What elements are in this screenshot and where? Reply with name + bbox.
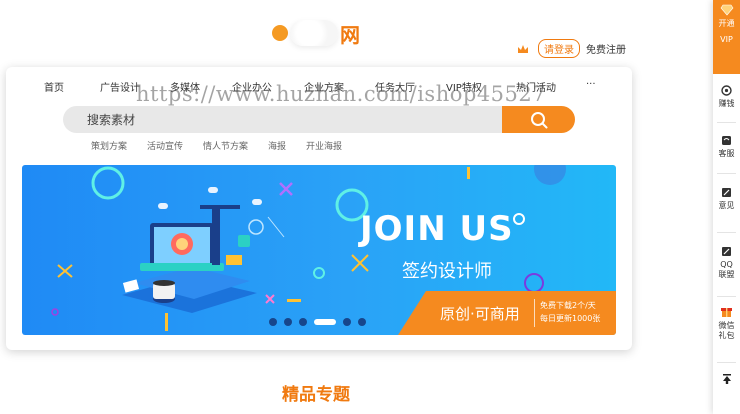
search-icon [530,111,547,128]
nav-item-hot-events[interactable]: 热门活动 [516,79,556,94]
nav-item-task-hall[interactable]: 任务大厅 [375,79,415,94]
hero-banner[interactable]: JOIN US 签约设计师 原创·可商用 免费下载2个/天 每日更新1000张 [22,165,616,335]
search-bar: 搜索素材 [63,106,575,133]
carousel-dot[interactable] [314,319,336,325]
site-logo[interactable]: 网 [272,18,382,48]
register-link[interactable]: 免费注册 [586,41,626,56]
section-title: 精品专题 [282,385,350,405]
diamond-icon [720,4,733,16]
main-nav: 首页 广告设计 多媒体 企业办公 企业方案 任务大厅 VIP特权 热门活动 ··… [6,79,632,95]
banner-strip: 原创·可商用 免费下载2个/天 每日更新1000张 [398,291,616,335]
vip-line1: 开通 [718,19,735,28]
headset-icon [722,136,731,145]
sidebar-item-qq[interactable]: QQ 联盟 [713,246,740,280]
tag-item[interactable]: 开业海报 [306,139,342,152]
vip-line2: VIP [720,35,733,44]
sidebar-label-qq: QQ [720,260,733,269]
sidebar-item-feedback[interactable]: 意见 [713,187,740,211]
sidebar-item-service[interactable]: 客服 [713,135,740,159]
carousel-dot[interactable] [343,318,351,326]
tag-item[interactable]: 情人节方案 [203,139,248,152]
sidebar-label-service: 客服 [718,149,735,158]
coin-icon [721,85,732,96]
nav-item-vip[interactable]: VIP特权 [446,79,482,94]
nav-item-ad-design[interactable]: 广告设计 [100,79,140,94]
qq-icon [722,247,731,256]
sidebar-divider [717,173,736,174]
search-button[interactable] [502,106,575,133]
sidebar-item-wechat[interactable]: 微信 礼包 [713,305,740,341]
tag-item[interactable]: 活动宣传 [147,139,183,152]
carousel-dots [269,317,379,327]
login-area: 请登录 免费注册 [516,39,626,58]
banner-title: JOIN US [360,209,514,249]
crown-icon [518,44,528,53]
sidebar-divider [717,122,736,123]
sidebar-label-feedback: 意见 [718,201,735,210]
sidebar-label-wechat-2: 礼包 [718,331,735,340]
logo-mark [290,20,338,46]
main-card: 首页 广告设计 多媒体 企业办公 企业方案 任务大厅 VIP特权 热门活动 ··… [6,67,632,350]
banner-strip-line2: 每日更新1000张 [540,314,601,323]
right-sidebar: 开通 VIP 赚钱 客服 意见 QQ 联盟 微信 礼包 [713,0,740,414]
nav-item-more[interactable]: ··· [586,79,596,90]
banner-strip-line1: 免费下载2个/天 [540,301,596,310]
sidebar-divider [717,296,736,297]
carousel-dot[interactable] [299,318,307,326]
arrow-up-icon [722,374,731,384]
sidebar-label-wechat: 微信 [718,321,735,330]
banner-subtitle: 签约设计师 [402,261,492,282]
nav-item-multimedia[interactable]: 多媒体 [170,79,200,94]
sidebar-item-earn[interactable]: 赚钱 [713,85,740,109]
nav-item-office[interactable]: 企业办公 [232,79,272,94]
carousel-dot[interactable] [358,318,366,326]
carousel-dot[interactable] [284,318,292,326]
logo-dot [272,25,288,41]
tag-item[interactable]: 海报 [268,139,286,152]
gift-icon [721,308,732,317]
nav-item-home[interactable]: 首页 [44,79,64,94]
banner-strip-main: 原创·可商用 [440,305,520,323]
vip-button[interactable]: 开通 VIP [713,0,740,74]
login-button[interactable]: 请登录 [538,39,580,58]
sidebar-label-qq-2: 联盟 [718,270,735,279]
sidebar-divider [717,362,736,363]
logo-text: 网 [340,22,360,47]
back-to-top-button[interactable] [713,373,740,388]
carousel-dot[interactable] [269,318,277,326]
edit-icon [722,188,731,197]
banner-strip-divider [534,299,535,327]
sidebar-divider [717,232,736,233]
tag-item[interactable]: 策划方案 [91,139,127,152]
nav-item-enterprise-plan[interactable]: 企业方案 [304,79,344,94]
search-input[interactable]: 搜索素材 [63,106,513,133]
sidebar-label-earn: 赚钱 [718,99,735,108]
